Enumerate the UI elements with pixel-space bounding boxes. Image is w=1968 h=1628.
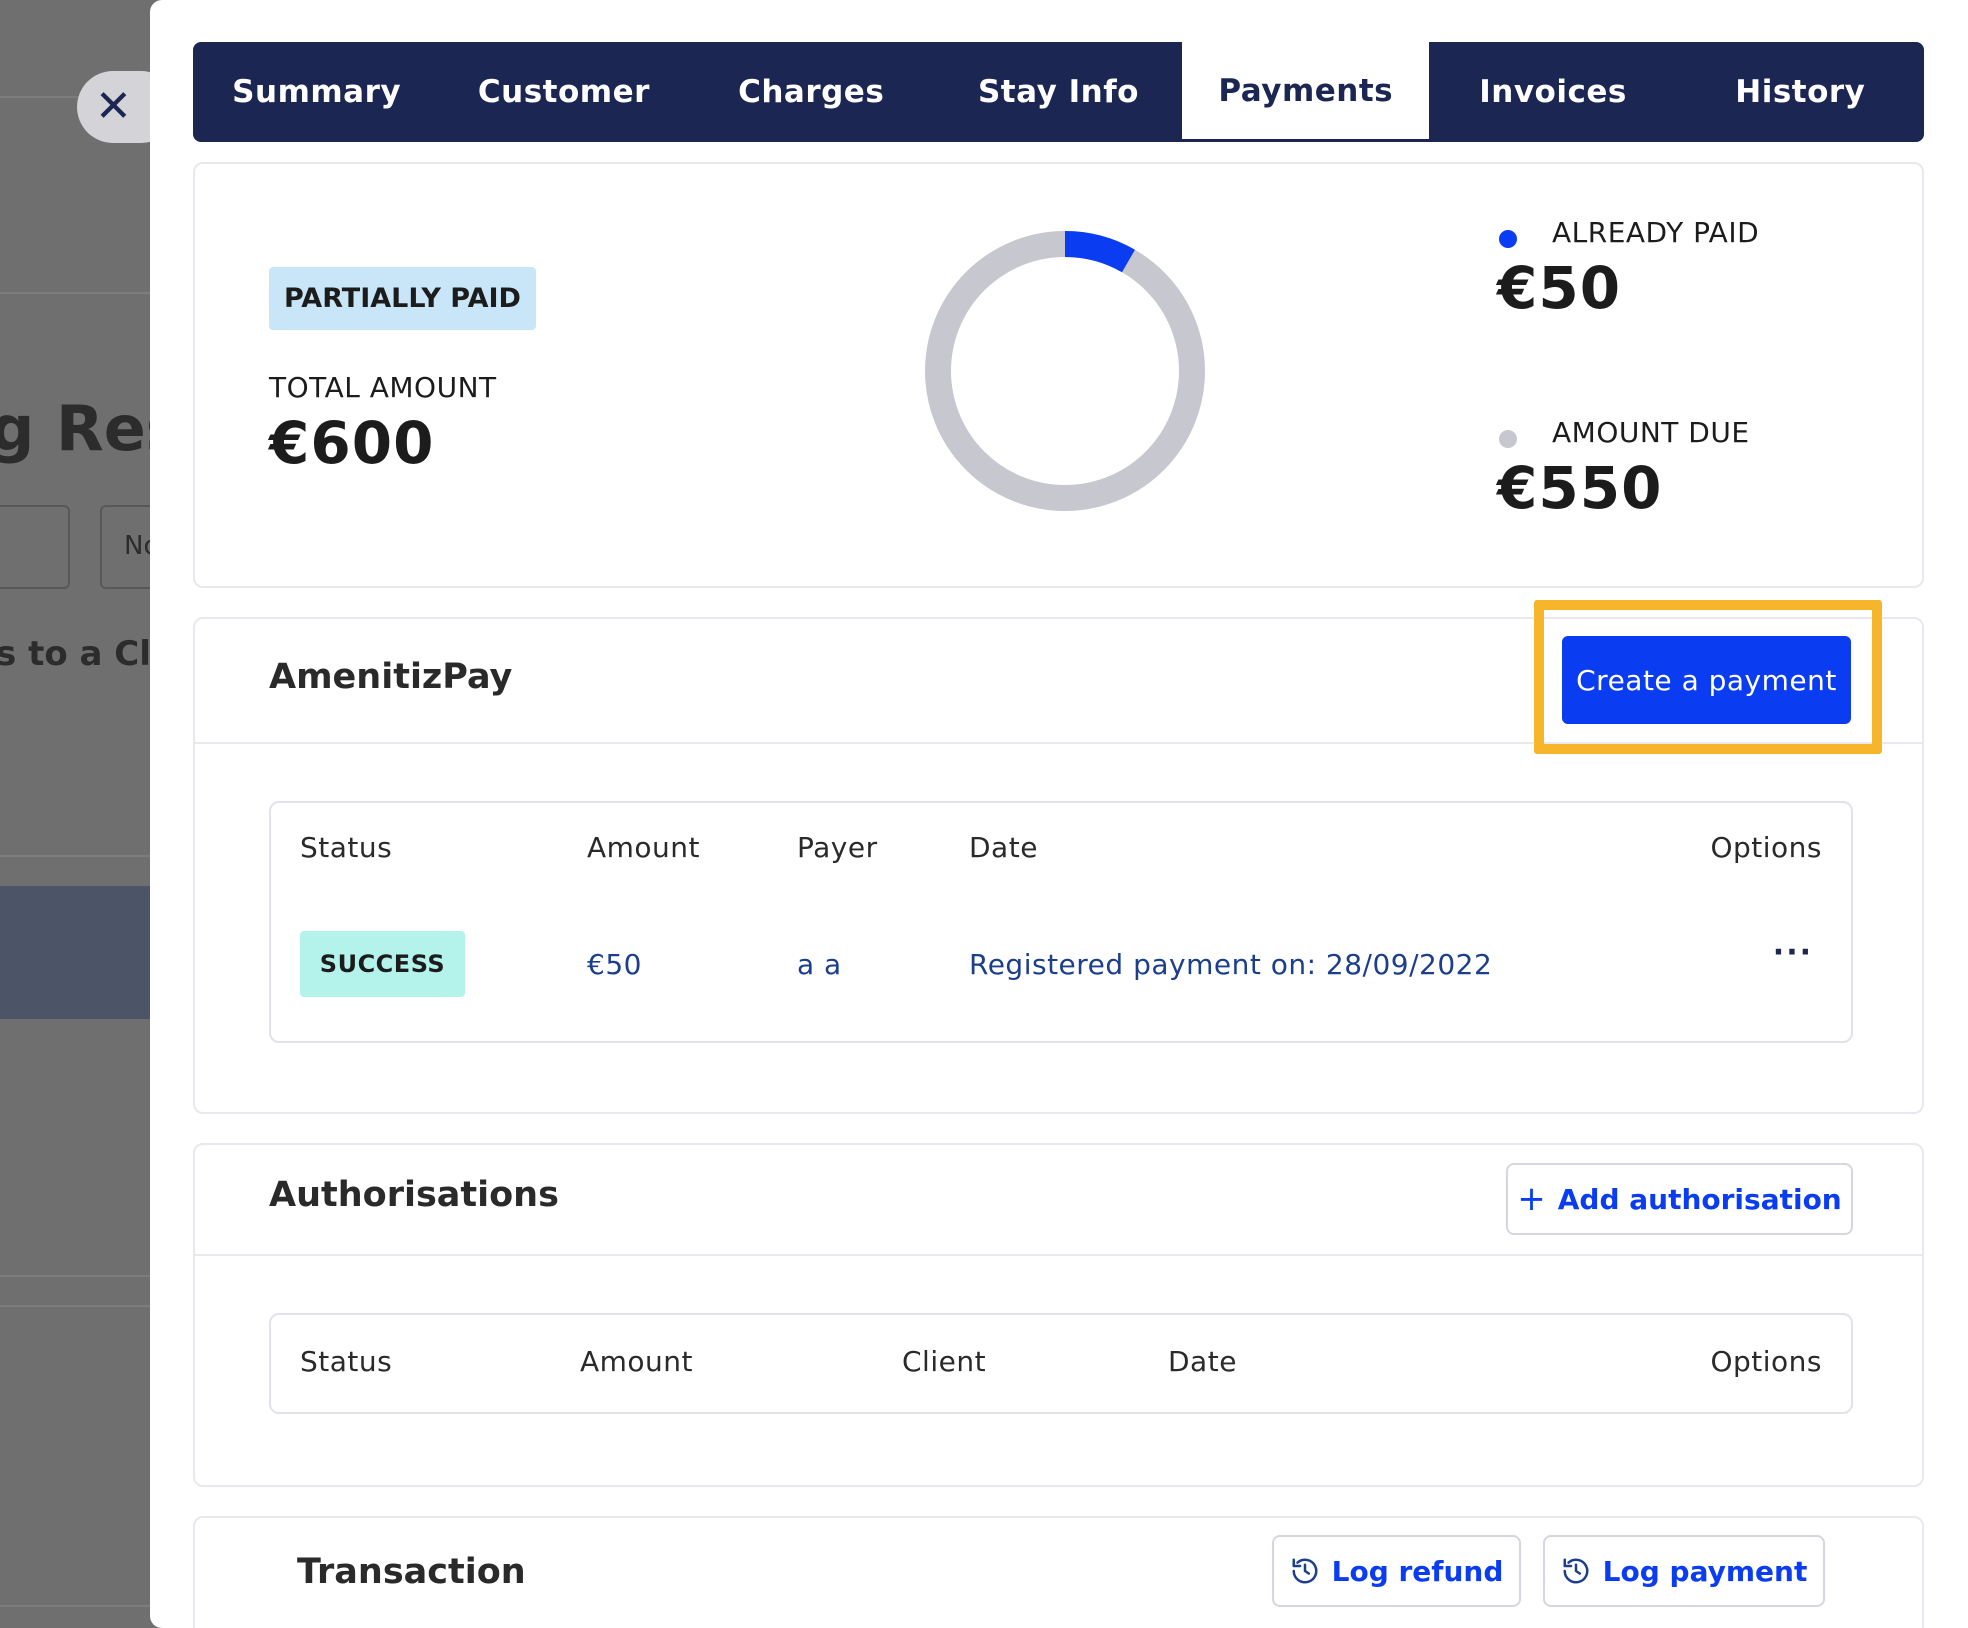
authorisations-title: Authorisations — [269, 1175, 559, 1215]
already-paid-value: €50 — [1497, 254, 1622, 322]
column-header-date: Date — [1168, 1345, 1237, 1378]
already-paid-dot — [1499, 230, 1517, 248]
reservation-modal: Summary Customer Charges Stay Info Payme… — [150, 0, 1968, 1628]
tab-customer[interactable]: Customer — [440, 42, 687, 142]
close-icon[interactable]: ✕ — [95, 81, 132, 132]
column-header-client: Client — [902, 1345, 987, 1378]
payment-status-badge: PARTIALLY PAID — [269, 267, 536, 330]
log-refund-button[interactable]: Log refund — [1272, 1535, 1521, 1607]
section-divider — [195, 1254, 1922, 1256]
amount-due-dot — [1499, 430, 1517, 448]
authorisations-table: Status Amount Client Date Options — [269, 1313, 1853, 1414]
success-status-badge: SUCCESS — [300, 931, 465, 997]
tab-history[interactable]: History — [1677, 42, 1924, 142]
payments-table: Status Amount Payer Date Options SUCCESS… — [269, 801, 1853, 1043]
column-header-payer: Payer — [797, 831, 878, 864]
amount-due-value: €550 — [1497, 454, 1663, 522]
log-refund-label[interactable]: Log refund — [1332, 1555, 1504, 1588]
background-divider — [0, 1305, 160, 1307]
already-paid-label: ALREADY PAID — [1552, 216, 1760, 249]
column-header-options: Options — [1710, 1345, 1822, 1378]
amount-due-label: AMOUNT DUE — [1552, 416, 1750, 449]
plus-icon[interactable]: + — [1517, 1179, 1546, 1219]
payment-donut-chart — [925, 231, 1205, 511]
background-divider — [0, 1605, 160, 1607]
column-header-amount: Amount — [587, 831, 701, 864]
payment-payer: a a — [797, 948, 842, 981]
column-header-options: Options — [1710, 831, 1822, 864]
donut-due-segment — [925, 231, 1205, 511]
background-divider — [0, 855, 160, 857]
column-header-status: Status — [300, 1345, 393, 1378]
add-authorisation-label[interactable]: Add authorisation — [1558, 1183, 1842, 1216]
total-amount-label: TOTAL AMOUNT — [269, 371, 497, 404]
tab-payments[interactable]: Payments — [1182, 42, 1430, 142]
background-divider — [0, 1275, 160, 1277]
tab-bar: Summary Customer Charges Stay Info Payme… — [193, 42, 1924, 142]
payment-amount: €50 — [587, 948, 642, 981]
tab-charges[interactable]: Charges — [688, 42, 935, 142]
background-input — [0, 505, 70, 589]
row-options-icon[interactable]: ··· — [1773, 935, 1813, 970]
background-highlight-row — [0, 886, 160, 1019]
transaction-title: Transaction — [297, 1552, 526, 1592]
background-section-title: s to a Clie — [0, 634, 160, 674]
amenitizpay-title: AmenitizPay — [269, 657, 513, 697]
log-payment-button[interactable]: Log payment — [1543, 1535, 1825, 1607]
transaction-card: Transaction Log refund Log payment — [193, 1516, 1924, 1628]
history-icon[interactable] — [1561, 1556, 1591, 1586]
background-page-title: g Rese — [0, 392, 160, 465]
background-page: g Rese No s to a Clie — [0, 0, 160, 1628]
history-icon[interactable] — [1290, 1556, 1320, 1586]
create-payment-button[interactable]: Create a payment — [1562, 636, 1851, 724]
payment-summary-card: PARTIALLY PAID TOTAL AMOUNT €600 ALREADY… — [193, 162, 1924, 588]
tab-stay-info[interactable]: Stay Info — [935, 42, 1182, 142]
tab-summary[interactable]: Summary — [193, 42, 440, 142]
column-header-amount: Amount — [580, 1345, 694, 1378]
add-authorisation-button[interactable]: + Add authorisation — [1506, 1163, 1853, 1235]
column-header-date: Date — [969, 831, 1038, 864]
log-payment-label[interactable]: Log payment — [1603, 1555, 1808, 1588]
background-divider — [0, 292, 160, 294]
payment-date: Registered payment on: 28/09/2022 — [969, 948, 1493, 981]
total-amount-value: €600 — [269, 409, 435, 477]
column-header-status: Status — [300, 831, 393, 864]
authorisations-card: Authorisations + Add authorisation Statu… — [193, 1143, 1924, 1487]
tab-invoices[interactable]: Invoices — [1429, 42, 1676, 142]
